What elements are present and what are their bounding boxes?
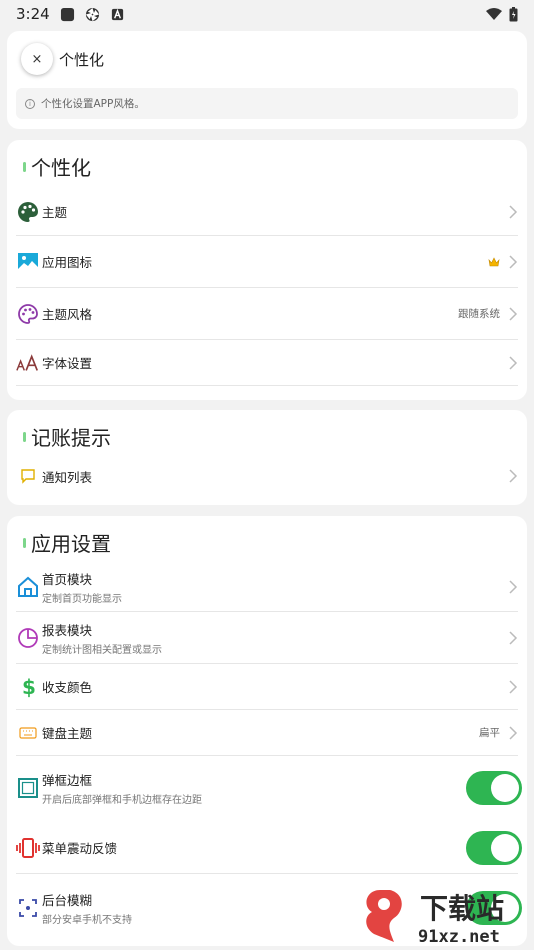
row-label: 首页模块 (42, 571, 93, 587)
chevron-right-icon (509, 355, 518, 370)
row-subtitle: 部分安卓手机不支持 (42, 915, 132, 926)
row-home-module[interactable]: 首页模块 定制首页功能显示 (16, 562, 518, 612)
home-icon (16, 575, 40, 599)
watermark-logo: 下载站 91xz.net (366, 890, 504, 947)
blur-icon (16, 896, 40, 920)
row-keyboard-theme[interactable]: 键盘主题 扁平 (16, 710, 518, 756)
pie-chart-icon (16, 626, 40, 650)
row-menu-vibration[interactable]: 菜单震动反馈 (16, 822, 522, 874)
chevron-right-icon (509, 469, 518, 483)
row-label: 主题风格 (42, 307, 93, 322)
row-app-icon[interactable]: 应用图标 (16, 236, 518, 288)
info-text: 个性化设置APP风格。 (41, 98, 145, 110)
row-subtitle: 定制首页功能显示 (42, 593, 122, 605)
a-notification-icon (111, 8, 123, 20)
row-subtitle: 开启后底部弹框和手机边框存在边距 (42, 795, 202, 806)
frame-icon (16, 776, 40, 800)
section-title-personalization: 个性化 (23, 152, 91, 181)
wifi-icon (486, 8, 502, 20)
close-button[interactable]: × (21, 43, 53, 75)
section-title-app-settings: 应用设置 (23, 528, 111, 557)
row-value: 跟随系统 (458, 308, 500, 320)
chevron-right-icon (509, 679, 518, 694)
chevron-right-icon (509, 204, 518, 219)
svg-text:$: $ (22, 675, 36, 699)
dollar-icon: $ (16, 675, 40, 699)
row-label: 主题 (42, 205, 68, 220)
personalization-card: 个性化 主题 应用图标 主题风格 跟随系统 字体设置 (7, 140, 527, 400)
font-size-icon (16, 351, 40, 375)
row-label: 菜单震动反馈 (42, 841, 118, 856)
row-label: 收支颜色 (42, 680, 93, 695)
watermark-domain: 91xz.net (418, 927, 500, 947)
palette-outline-icon (16, 302, 40, 326)
battery-icon (509, 6, 518, 21)
row-theme-style[interactable]: 主题风格 跟随系统 (16, 288, 518, 340)
reminder-card: 记账提示 通知列表 (7, 410, 527, 505)
row-report-module[interactable]: 报表模块 定制统计图相关配置或显示 (16, 612, 518, 664)
row-label: 报表模块 (42, 622, 93, 638)
row-income-color[interactable]: $ 收支颜色 (16, 664, 518, 710)
chevron-right-icon (509, 306, 518, 321)
message-icon (16, 464, 40, 488)
info-icon: i (25, 98, 35, 109)
status-bar: 3:24 (0, 0, 534, 28)
section-title-reminder: 记账提示 (23, 422, 111, 451)
row-dialog-border[interactable]: 弹框边框 开启后底部弹框和手机边框存在边距 (16, 762, 522, 814)
app-settings-card: 应用设置 首页模块 定制首页功能显示 报表模块 定制统计图相关配置或显示 $ 收… (7, 516, 527, 946)
page-title: 个性化 (59, 51, 105, 69)
chevron-right-icon (509, 630, 518, 645)
dialog-border-toggle[interactable] (466, 771, 522, 805)
image-icon (16, 250, 40, 274)
header-card: × 个性化 i 个性化设置APP风格。 (7, 31, 527, 129)
status-time: 3:24 (16, 5, 50, 23)
row-subtitle: 定制统计图相关配置或显示 (42, 644, 162, 656)
row-notification-list[interactable]: 通知列表 (16, 458, 518, 494)
row-value: 扁平 (479, 727, 500, 739)
row-label: 应用图标 (42, 255, 93, 270)
watermark-brand: 下载站 (420, 892, 504, 925)
info-banner: i 个性化设置APP风格。 (16, 88, 518, 119)
crown-icon (488, 256, 500, 266)
row-label: 通知列表 (42, 469, 93, 485)
close-icon: × (31, 51, 43, 67)
row-label: 弹框边框 (42, 773, 93, 788)
row-label: 后台模糊 (42, 893, 93, 908)
keyboard-icon (16, 721, 40, 745)
palette-icon (16, 200, 40, 224)
chevron-right-icon (509, 725, 518, 740)
row-font-settings[interactable]: 字体设置 (16, 340, 518, 386)
row-label: 键盘主题 (42, 726, 93, 741)
chevron-right-icon (509, 579, 518, 594)
app-notification-icon (60, 7, 74, 21)
chevron-right-icon (509, 254, 518, 269)
row-theme[interactable]: 主题 (16, 188, 518, 236)
row-label: 字体设置 (42, 356, 93, 371)
aperture-notification-icon (85, 7, 99, 21)
vibration-icon (16, 836, 40, 860)
menu-vibration-toggle[interactable] (466, 830, 522, 865)
